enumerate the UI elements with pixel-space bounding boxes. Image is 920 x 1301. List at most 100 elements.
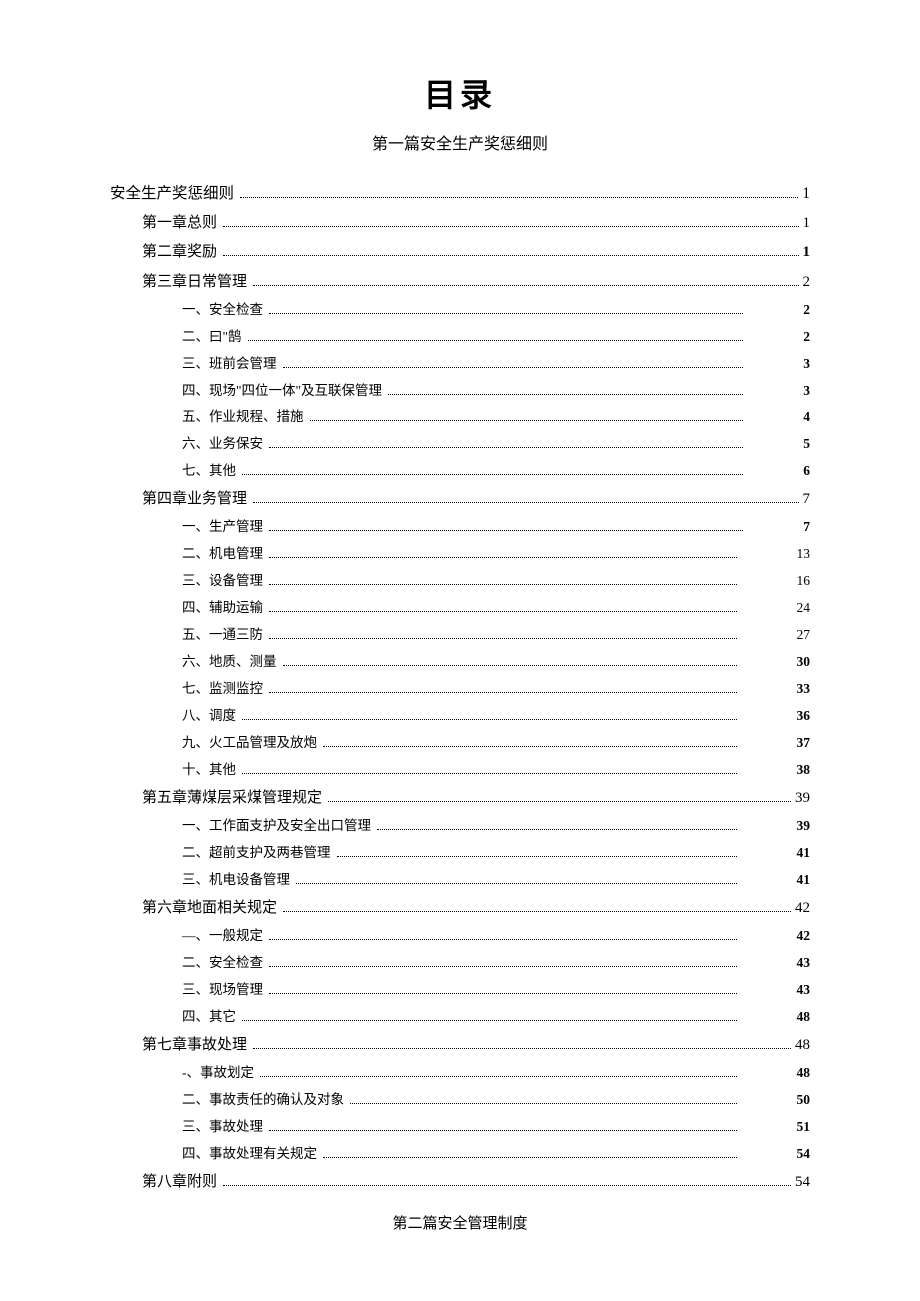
toc-dots — [310, 408, 744, 421]
toc-dots — [269, 1118, 737, 1131]
toc-entry-page: 13 — [797, 544, 811, 565]
toc-entry-label: 第二章奖励 — [142, 241, 217, 264]
toc-dots — [269, 626, 737, 639]
toc-entry-label: 第五章薄煤层采煤管理规定 — [142, 787, 322, 810]
toc-entry: 第二章奖励 1 — [142, 241, 810, 264]
toc-entry: 一、生产管理7 — [182, 517, 810, 538]
toc-dots — [240, 183, 798, 198]
toc-entry: 三、事故处理51 — [182, 1117, 810, 1138]
toc-entry-label: 二、事故责任的确认及对象 — [182, 1090, 344, 1111]
toc-entry-label: 五、作业规程、措施 — [182, 407, 304, 428]
toc-entry-label: 第一章总则 — [142, 212, 217, 235]
toc-dots — [242, 761, 737, 774]
toc-dots — [223, 242, 798, 257]
toc-entry: 三、机电设备管理41 — [182, 870, 810, 891]
toc-dots — [242, 707, 737, 720]
toc-entry-label: 八、调度 — [182, 706, 236, 727]
toc-dots — [269, 599, 737, 612]
toc-dots — [253, 489, 798, 504]
section2-title: 第二篇安全管理制度 — [110, 1212, 810, 1233]
toc-entry: 九、火工品管理及放炮37 — [182, 733, 810, 754]
toc-entry: 七、监测监控 33 — [182, 679, 810, 700]
toc-dots — [269, 572, 737, 585]
toc-dots — [253, 271, 798, 286]
toc-entry-label: 一、安全检查 — [182, 300, 263, 321]
toc-entry: 四、现场"四位一体"及互联保管理3 — [182, 381, 810, 402]
toc-entry-page: 48 — [797, 1007, 811, 1028]
toc-dots — [328, 787, 791, 802]
toc-dots — [248, 328, 744, 341]
toc-entry-page: 42 — [797, 926, 811, 947]
toc-dots — [269, 301, 743, 314]
toc-entry: 六、地质、测量30 — [182, 652, 810, 673]
toc-entry: 第八章附则54 — [142, 1171, 810, 1194]
toc-entry-label: 安全生产奖惩细则 — [110, 182, 234, 206]
toc-entry: 十、其他38 — [182, 760, 810, 781]
toc-entry: 四、事故处理有关规定54 — [182, 1144, 810, 1165]
toc-dots — [223, 213, 798, 228]
toc-entry-label: 四、辅助运输 — [182, 598, 263, 619]
toc-dots — [269, 518, 743, 531]
toc-entry-page: 2 — [803, 300, 810, 321]
toc-entry-page: 2 — [803, 271, 811, 294]
toc-entry-label: 第四章业务管理 — [142, 488, 247, 511]
toc-entry: 第三章日常管理 2 — [142, 271, 810, 294]
toc-entry-label: ―、一般规定 — [182, 926, 263, 947]
toc-entry-label: 三、班前会管理 — [182, 354, 277, 375]
toc-entry-page: 27 — [797, 625, 811, 646]
toc-entry-label: 二、安全检查 — [182, 953, 263, 974]
toc-entry-page: 38 — [797, 760, 811, 781]
toc-dots — [388, 381, 743, 394]
toc-entry-label: 一、工作面支护及安全出口管理 — [182, 816, 371, 837]
toc-dots — [269, 927, 737, 940]
toc-dots — [283, 897, 791, 912]
toc-entry-label: 三、设备管理 — [182, 571, 263, 592]
toc-entry: 五、一通三防27 — [182, 625, 810, 646]
toc-entry-page: 33 — [797, 679, 811, 700]
toc-entry-page: 51 — [797, 1117, 811, 1138]
toc-entry-label: 二、曰"鹄 — [182, 327, 242, 348]
toc-entry-label: 七、监测监控 — [182, 679, 263, 700]
toc-entry: 三、现场管理43 — [182, 980, 810, 1001]
toc-entry: 二、安全检查43 — [182, 953, 810, 974]
toc-entry: 第七章事故处理48 — [142, 1034, 810, 1057]
toc-entry-page: 39 — [797, 816, 811, 837]
toc-entry: 三、班前会管理3 — [182, 354, 810, 375]
toc-entry-label: 三、现场管理 — [182, 980, 263, 1001]
toc-entry-page: 1 — [803, 241, 811, 264]
toc-entry-label: 第六章地面相关规定 — [142, 897, 277, 920]
toc-entry-label: 四、其它 — [182, 1007, 236, 1028]
toc-entry: 一、安全检查 2 — [182, 300, 810, 321]
toc-entry-label: 二、机电管理 — [182, 544, 263, 565]
toc-entry-page: 39 — [795, 787, 810, 810]
toc-entry-page: 6 — [803, 461, 810, 482]
toc-entry-page: 16 — [797, 571, 811, 592]
toc-entry-page: 7 — [803, 488, 811, 511]
toc-entry: 第一章总则 1 — [142, 212, 810, 235]
toc-entry: -、事故划定48 — [182, 1063, 810, 1084]
toc-dots — [283, 653, 737, 666]
toc-entry-page: 50 — [797, 1090, 811, 1111]
toc-dots — [337, 844, 737, 857]
toc-title: 目录 — [110, 70, 810, 116]
toc-entry-label: 四、现场"四位一体"及互联保管理 — [182, 381, 382, 402]
toc-entry-page: 37 — [797, 733, 811, 754]
toc-entry-label: 六、业务保安 — [182, 434, 263, 455]
toc-entry: 二、超前支护及两巷管理41 — [182, 843, 810, 864]
toc-dots — [283, 354, 744, 367]
toc-entry-page: 1 — [803, 212, 811, 235]
toc-entry: 四、辅助运输24 — [182, 598, 810, 619]
toc-entry: 二、机电管理 13 — [182, 544, 810, 565]
toc-entry-label: 七、其他 — [182, 461, 236, 482]
toc-list: 安全生产奖惩细则1 第一章总则 1 第二章奖励 1 第三章日常管理 2 一、安全检查 2 二、曰"… — [110, 182, 810, 1194]
toc-entry-label: 第三章日常管理 — [142, 271, 247, 294]
toc-entry: 六、业务保安5 — [182, 434, 810, 455]
toc-dots — [323, 1145, 737, 1158]
toc-entry: 四、其它 48 — [182, 1007, 810, 1028]
toc-entry: 五、作业规程、措施4 — [182, 407, 810, 428]
toc-entry-page: 2 — [803, 327, 810, 348]
toc-entry-label: 一、生产管理 — [182, 517, 263, 538]
toc-entry-page: 54 — [797, 1144, 811, 1165]
toc-entry: 安全生产奖惩细则1 — [110, 182, 810, 206]
toc-entry-page: 42 — [795, 897, 810, 920]
